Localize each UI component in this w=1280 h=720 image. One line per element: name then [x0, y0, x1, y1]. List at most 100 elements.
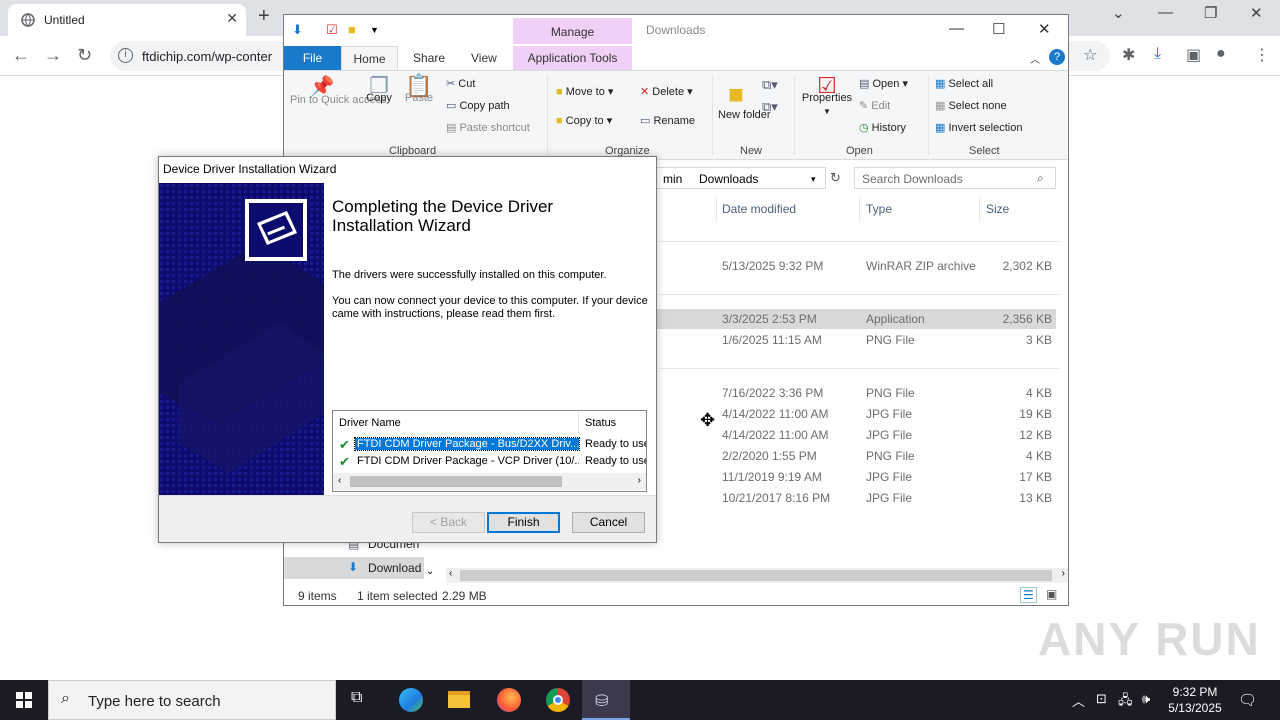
driver-row-selected[interactable]: ✔ FTDI CDM Driver Package - Bus/D2XX Dri…	[337, 437, 646, 453]
new-item-icon[interactable]: ⧉▾	[762, 77, 778, 93]
driver-list-hscroll[interactable]: ‹ ›	[333, 473, 646, 490]
tab-search-icon[interactable]: ⌄	[1112, 4, 1125, 22]
select-all-button[interactable]: ▦ Select all	[935, 77, 993, 90]
edit-button[interactable]: ✎ Edit	[859, 99, 890, 112]
history-button[interactable]: ◷ History	[859, 121, 906, 134]
bookmark-star-icon[interactable]: ☆	[1083, 45, 1097, 65]
back-icon[interactable]: ←	[12, 45, 30, 66]
nav-downloads[interactable]: Download	[368, 561, 421, 575]
forward-icon[interactable]: →	[44, 45, 62, 66]
paste-shortcut-button[interactable]: ▤ Paste shortcut	[446, 121, 530, 134]
table-row-selected[interactable]: 3/3/2025 2:53 PM Application 2,356 KB	[654, 309, 1056, 329]
paste-button[interactable]: 📋 Paste	[404, 75, 434, 105]
scroll-left-icon[interactable]: ‹	[449, 568, 452, 579]
task-view-icon[interactable]: ⧉	[336, 680, 384, 720]
explorer-minimize-icon[interactable]: —	[949, 20, 964, 37]
quick-access-down-arrow-icon[interactable]: ⬇	[292, 22, 303, 38]
address-dropdown-icon[interactable]: ▾	[811, 174, 816, 185]
invert-selection-button[interactable]: ▦ Invert selection	[935, 121, 1022, 134]
explorer-close-icon[interactable]: ✕	[1038, 20, 1051, 38]
list-scroll-left-icon[interactable]: ‹	[338, 475, 341, 486]
tab-view[interactable]: View	[471, 51, 497, 65]
explorer-maximize-icon[interactable]: ☐	[992, 20, 1005, 38]
minimize-icon[interactable]: —	[1158, 4, 1173, 21]
network-icon[interactable]: 🖧	[1118, 691, 1133, 713]
tray-overflow-icon[interactable]: ︿	[1072, 691, 1085, 710]
file-explorer-icon[interactable]	[435, 680, 483, 720]
driver-row[interactable]: ✔ FTDI CDM Driver Package - VCP Driver (…	[337, 454, 646, 470]
large-icons-view-icon[interactable]: ▣	[1046, 587, 1057, 601]
tray-app-icon[interactable]: ⊡	[1096, 691, 1107, 707]
firefox-icon[interactable]	[484, 680, 532, 720]
properties-qat-icon[interactable]: ☑	[326, 22, 338, 38]
tab-application-tools[interactable]: Application Tools	[513, 46, 632, 70]
move-to-button[interactable]: ■ Move to ▾	[556, 85, 613, 98]
taskbar-search-input[interactable]: ⌕ Type here to search	[48, 680, 336, 720]
column-date-modified[interactable]: Date modified	[722, 202, 796, 216]
menu-icon[interactable]: ⋮	[1254, 45, 1270, 65]
site-info-icon[interactable]: i	[118, 48, 133, 63]
copy-path-button[interactable]: ▭ Copy path	[446, 99, 510, 112]
volume-icon[interactable]: 🕪	[1142, 691, 1150, 707]
back-button[interactable]: < Back	[412, 512, 485, 533]
column-type[interactable]: Type	[866, 202, 892, 216]
horizontal-scrollbar[interactable]: ‹ ›	[446, 568, 1068, 583]
open-button[interactable]: ▤ Open ▾	[859, 77, 908, 90]
refresh-icon[interactable]: ↻	[830, 170, 841, 186]
download-icon[interactable]: ⤓	[1154, 45, 1161, 63]
search-downloads-input[interactable]: Search Downloads ⌕	[854, 167, 1056, 189]
close-icon[interactable]: ✕	[1250, 4, 1263, 22]
taskbar-clock[interactable]: 9:32 PM 5/13/2025	[1160, 684, 1230, 716]
ribbon-collapse-icon[interactable]: ︿	[1030, 51, 1040, 66]
reload-icon[interactable]: ↻	[77, 45, 92, 66]
side-panel-icon[interactable]: ▣	[1186, 45, 1201, 65]
driver-installer-taskbar-icon[interactable]: ⛁	[582, 680, 630, 720]
tab-file[interactable]: File	[284, 46, 341, 70]
table-row[interactable]: 2/2/2020 1:55 PM PNG File 4 KB	[654, 446, 1056, 466]
driver-list[interactable]: Driver Name Status ✔ FTDI CDM Driver Pac…	[332, 410, 647, 492]
tab-home[interactable]: Home	[341, 46, 398, 71]
delete-button[interactable]: ✕ Delete ▾	[640, 85, 693, 98]
properties-button[interactable]: ☑ Properties ▼	[800, 75, 854, 118]
list-scroll-thumb[interactable]	[350, 476, 562, 487]
new-folder-button[interactable]: ■ New folder	[718, 79, 771, 122]
list-scroll-right-icon[interactable]: ›	[638, 475, 641, 486]
select-none-button[interactable]: ▦ Select none	[935, 99, 1007, 112]
finish-button[interactable]: Finish	[487, 512, 560, 533]
copy-to-button[interactable]: ■ Copy to ▾	[556, 114, 612, 127]
table-row[interactable]: 5/13/2025 9:32 PM WinRAR ZIP archive 2,3…	[654, 256, 1056, 276]
tab-share[interactable]: Share	[413, 51, 445, 65]
table-row[interactable]: 11/1/2019 9:19 AM JPG File 17 KB	[654, 467, 1056, 487]
new-folder-qat-icon[interactable]: ■	[348, 22, 356, 37]
easy-access-icon[interactable]: ⧉▾	[762, 99, 778, 115]
new-tab-icon[interactable]: +	[258, 5, 270, 28]
table-row[interactable]: 10/21/2017 8:16 PM JPG File 13 KB	[654, 488, 1056, 508]
copy-button[interactable]: ❐ Copy	[362, 75, 396, 105]
profile-icon[interactable]: ●	[1216, 45, 1226, 63]
restore-icon[interactable]: ❐	[1204, 4, 1217, 22]
cancel-button[interactable]: Cancel	[572, 512, 645, 533]
browser-tab[interactable]: Untitled ✕	[8, 4, 246, 36]
cut-button[interactable]: ✂ Cut	[446, 77, 475, 90]
scrollbar-thumb[interactable]	[460, 570, 1052, 581]
details-view-icon[interactable]: ☰	[1020, 587, 1037, 603]
qat-dropdown-icon[interactable]: ▼	[370, 25, 379, 35]
chrome-icon[interactable]	[533, 680, 581, 720]
edge-icon[interactable]	[386, 680, 434, 720]
column-size[interactable]: Size	[986, 202, 1009, 216]
rename-button[interactable]: ▭ Rename	[640, 114, 695, 127]
windows-start-icon[interactable]	[16, 692, 32, 708]
list-header-driver-name[interactable]: Driver Name	[339, 417, 401, 429]
table-row[interactable]: 7/16/2022 3:36 PM PNG File 4 KB	[654, 383, 1056, 403]
help-icon[interactable]: ?	[1049, 49, 1065, 65]
extensions-icon[interactable]: ✱	[1122, 45, 1135, 65]
address-breadcrumb[interactable]: min Downloads ▾	[656, 167, 826, 189]
table-row[interactable]: 1/6/2025 11:15 AM PNG File 3 KB	[654, 330, 1056, 350]
nav-scroll-down-icon[interactable]: ⌄	[426, 566, 434, 577]
scroll-right-icon[interactable]: ›	[1062, 568, 1065, 579]
breadcrumb-downloads[interactable]: Downloads	[699, 172, 758, 186]
pin-to-quick-access-button[interactable]: 📌 Pin to Quick access	[290, 77, 387, 107]
list-header-status[interactable]: Status	[585, 417, 616, 429]
notifications-icon[interactable]: 🗨	[1238, 691, 1257, 709]
tab-close-icon[interactable]: ✕	[226, 10, 238, 27]
